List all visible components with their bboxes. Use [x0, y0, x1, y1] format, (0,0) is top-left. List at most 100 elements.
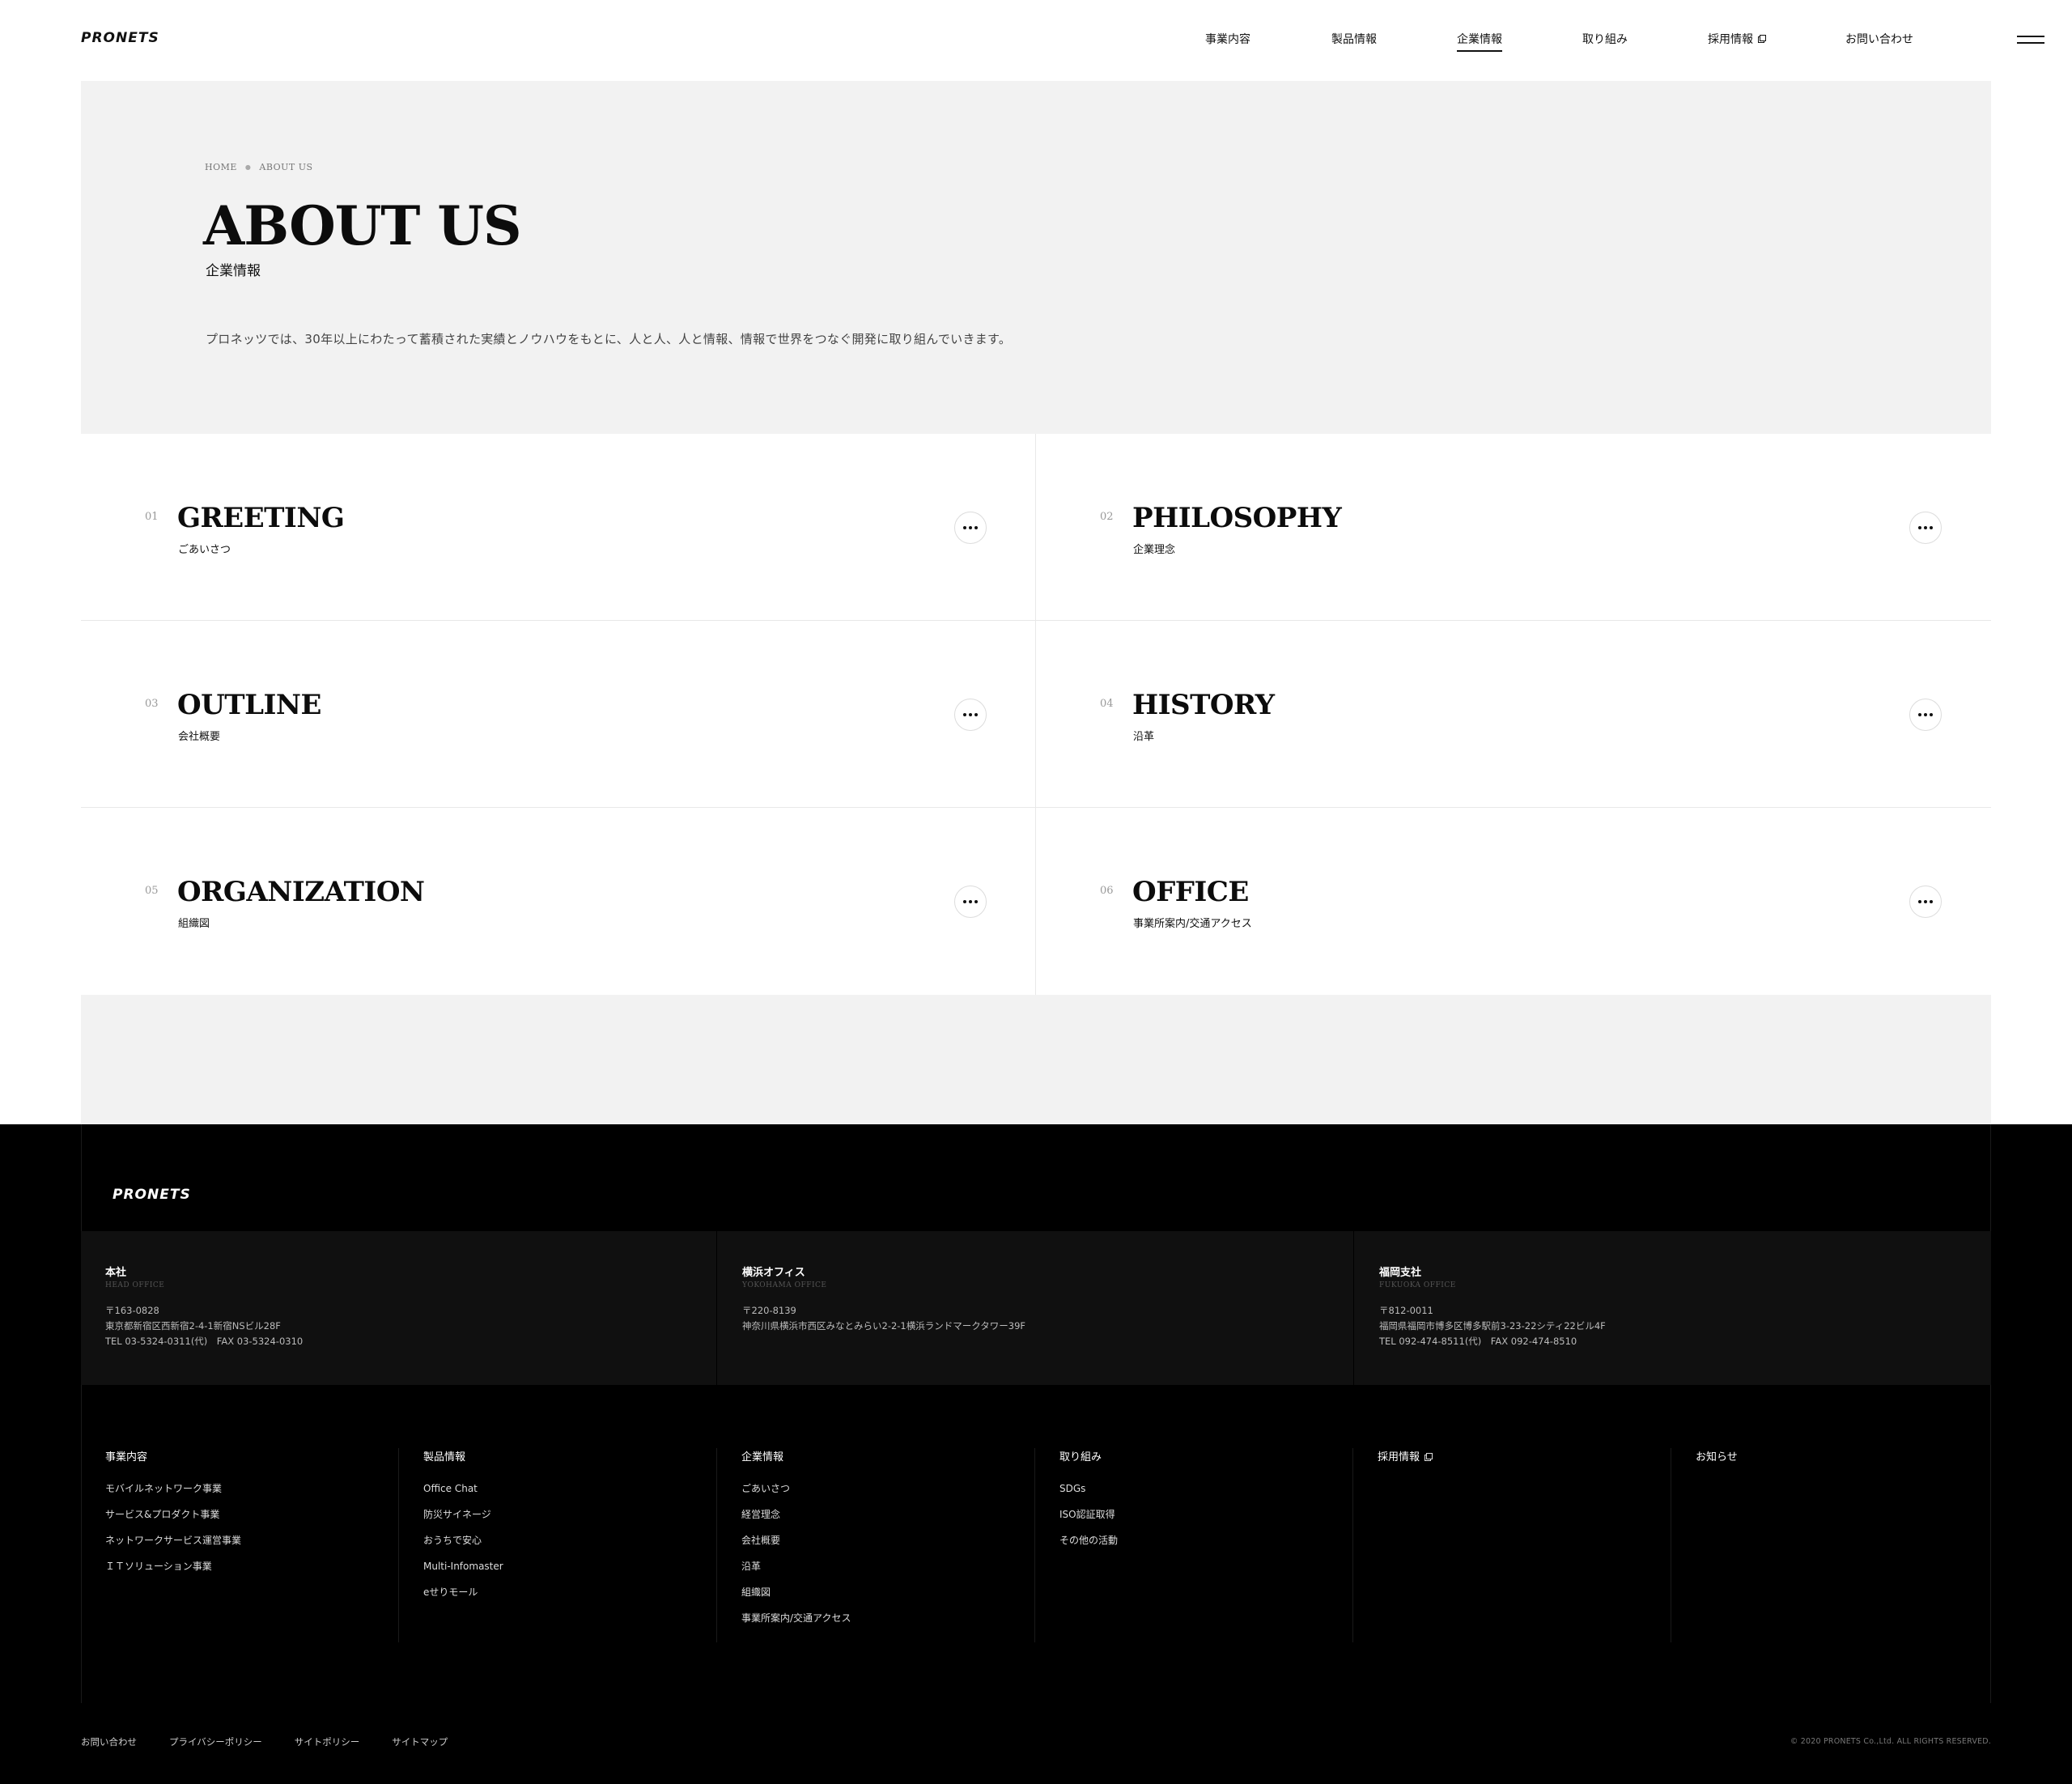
nav-item-recruit-label: 採用情報	[1708, 33, 1753, 46]
pronets-logo-mark: PRONETS	[113, 1187, 190, 1203]
nav-item-company[interactable]: 企業情報	[1457, 31, 1502, 52]
section-title: ORGANIZATION	[177, 876, 425, 908]
nav-item-recruit[interactable]: 採用情報	[1708, 31, 1766, 49]
office-zip: 〒220-8139	[742, 1305, 796, 1316]
footer-link[interactable]: eせりモール	[423, 1586, 503, 1612]
office-fukuoka: 福岡支社 FUKUOKA OFFICE 〒812-0011 福岡県福岡市博多区博…	[1355, 1231, 1991, 1385]
office-title: 福岡支社	[1379, 1267, 1422, 1279]
section-title: OUTLINE	[177, 689, 321, 721]
section-number: 02	[1100, 511, 1114, 523]
office-tel: TEL 03-5324-0311(代) FAX 03-5324-0310	[105, 1336, 304, 1347]
section-subtitle: 企業理念	[1133, 544, 1176, 556]
global-nav: 事業内容 製品情報 企業情報 取り組み 採用情報 お問い合わせ	[0, 0, 2072, 81]
office-title: 横浜オフィス	[742, 1267, 805, 1279]
site-footer: PRONETS 本社 HEAD OFFICE 〒163-0828 東京都新宿区西…	[0, 1124, 2072, 1784]
site-header: PRONETS 事業内容 製品情報 企業情報 取り組み 採用情報 お問い合わせ	[0, 0, 2072, 81]
section-subtitle: 会社概要	[178, 731, 221, 743]
footer-bottom-link-sitemap[interactable]: サイトマップ	[392, 1735, 448, 1748]
footer-link[interactable]: 事業所案内/交通アクセス	[741, 1612, 851, 1637]
section-subtitle: 沿革	[1133, 731, 1155, 743]
section-subtitle: 組織図	[178, 918, 210, 930]
section-subtitle: 事業所案内/交通アクセス	[1133, 918, 1252, 930]
nav-item-products[interactable]: 製品情報	[1331, 31, 1377, 49]
footer-link[interactable]: サービス&プロダクト事業	[105, 1508, 241, 1534]
footer-bottom-links: お問い合わせ プライバシーポリシー サイトポリシー サイトマップ	[81, 1735, 448, 1748]
more-icon[interactable]	[954, 699, 987, 731]
section-number: 05	[145, 885, 159, 897]
more-icon[interactable]	[1909, 886, 1942, 918]
section-title: PHILOSOPHY	[1132, 502, 1342, 534]
footer-link[interactable]: ISO認証取得	[1059, 1508, 1118, 1534]
office-head: 本社 HEAD OFFICE 〒163-0828 東京都新宿区西新宿2-4-1新…	[81, 1231, 717, 1385]
section-number: 03	[145, 698, 159, 710]
footer-link[interactable]: 沿革	[741, 1560, 851, 1586]
footer-link[interactable]: ネットワークサービス運営事業	[105, 1534, 241, 1560]
footer-link[interactable]: 経営理念	[741, 1508, 851, 1534]
footer-column-business: 事業内容 モバイルネットワーク事業 サービス&プロダクト事業 ネットワークサービ…	[81, 1448, 399, 1642]
breadcrumb-current: ABOUT US	[259, 162, 313, 172]
section-card-greeting[interactable]: 01 GREETING ごあいさつ	[81, 434, 1036, 621]
breadcrumb: HOME ● ABOUT US	[205, 162, 313, 172]
footer-link[interactable]: Office Chat	[423, 1482, 503, 1508]
footer-bottom-link-contact[interactable]: お問い合わせ	[81, 1735, 137, 1748]
section-card-office[interactable]: 06 OFFICE 事業所案内/交通アクセス	[1036, 808, 1991, 995]
more-icon[interactable]	[954, 512, 987, 544]
nav-item-business[interactable]: 事業内容	[1205, 31, 1250, 49]
section-number: 01	[145, 511, 159, 523]
page-hero: HOME ● ABOUT US ABOUT US 企業情報 プロネッツでは、30…	[81, 81, 1991, 434]
footer-bottom-link-site-policy[interactable]: サイトポリシー	[295, 1735, 360, 1748]
external-link-icon	[1424, 1452, 1433, 1461]
footer-link[interactable]: その他の活動	[1059, 1534, 1118, 1560]
more-icon[interactable]	[1909, 512, 1942, 544]
footer-bottom-link-privacy[interactable]: プライバシーポリシー	[169, 1735, 262, 1748]
office-title: 本社	[105, 1267, 127, 1279]
footer-column-products: 製品情報 Office Chat 防災サイネージ おうちで安心 Multi-In…	[399, 1448, 717, 1642]
office-zip: 〒163-0828	[105, 1305, 159, 1316]
more-icon[interactable]	[954, 886, 987, 918]
section-card-outline[interactable]: 03 OUTLINE 会社概要	[81, 621, 1036, 808]
breadcrumb-separator-icon: ●	[244, 164, 252, 171]
footer-column-heading[interactable]: 事業内容	[105, 1448, 147, 1463]
footer-brand-logo[interactable]: PRONETS	[113, 1187, 226, 1204]
footer-column-heading[interactable]: 企業情報	[741, 1448, 783, 1463]
footer-link[interactable]: Multi-Infomaster	[423, 1560, 503, 1586]
footer-link[interactable]: 組織図	[741, 1586, 851, 1612]
footer-link[interactable]: SDGs	[1059, 1482, 1118, 1508]
footer-column-company: 企業情報 ごあいさつ 経営理念 会社概要 沿革 組織図 事業所案内/交通アクセス	[717, 1448, 1035, 1642]
footer-link[interactable]: ＩＴソリューション事業	[105, 1560, 241, 1586]
office-yokohama: 横浜オフィス YOKOHAMA OFFICE 〒220-8139 神奈川県横浜市…	[718, 1231, 1354, 1385]
footer-column-heading[interactable]: 取り組み	[1059, 1448, 1102, 1463]
footer-link[interactable]: ごあいさつ	[741, 1482, 851, 1508]
nav-item-initiatives[interactable]: 取り組み	[1582, 31, 1628, 49]
section-card-organization[interactable]: 05 ORGANIZATION 組織図	[81, 808, 1036, 995]
footer-column-heading[interactable]: お知らせ	[1696, 1448, 1738, 1463]
nav-item-contact[interactable]: お問い合わせ	[1845, 31, 1913, 49]
breadcrumb-home[interactable]: HOME	[205, 162, 237, 172]
menu-icon[interactable]	[2017, 34, 2044, 45]
footer-column-heading[interactable]: 製品情報	[423, 1448, 465, 1463]
about-sections-grid: 01 GREETING ごあいさつ 02 PHILOSOPHY 企業理念 03 …	[81, 434, 1991, 995]
copyright: © 2020 PRONETS Co.,Ltd. ALL RIGHTS RESER…	[1790, 1737, 1991, 1746]
office-tel: TEL 092-474-8511(代) FAX 092-474-8510	[1379, 1336, 1577, 1347]
section-number: 06	[1100, 885, 1114, 897]
footer-link[interactable]: 防災サイネージ	[423, 1508, 503, 1534]
section-number: 04	[1100, 698, 1114, 710]
footer-column-heading-recruit[interactable]: 採用情報	[1378, 1448, 1433, 1463]
footer-link[interactable]: おうちで安心	[423, 1534, 503, 1560]
office-name-en: FUKUOKA OFFICE	[1379, 1281, 1456, 1289]
office-address: 東京都新宿区西新宿2-4-1新宿NSビル28F	[105, 1320, 281, 1332]
section-card-history[interactable]: 04 HISTORY 沿革	[1036, 621, 1991, 808]
office-address: 神奈川県横浜市西区みなとみらい2-2-1横浜ランドマークタワー39F	[742, 1320, 1026, 1332]
page-lead: プロネッツでは、30年以上にわたって蓄積された実績とノウハウをもとに、人と人、人…	[206, 332, 1012, 346]
page-title: ABOUT US	[203, 194, 522, 257]
section-card-philosophy[interactable]: 02 PHILOSOPHY 企業理念	[1036, 434, 1991, 621]
section-title: HISTORY	[1132, 689, 1275, 721]
office-zip: 〒812-0011	[1379, 1305, 1433, 1316]
office-list: 本社 HEAD OFFICE 〒163-0828 東京都新宿区西新宿2-4-1新…	[81, 1231, 1991, 1385]
page-subtitle: 企業情報	[206, 263, 261, 279]
footer-column-news: お知らせ	[1671, 1448, 1989, 1642]
footer-link[interactable]: 会社概要	[741, 1534, 851, 1560]
footer-link[interactable]: モバイルネットワーク事業	[105, 1482, 241, 1508]
office-address: 福岡県福岡市博多区博多駅前3-23-22シティ22ビル4F	[1379, 1320, 1606, 1332]
more-icon[interactable]	[1909, 699, 1942, 731]
